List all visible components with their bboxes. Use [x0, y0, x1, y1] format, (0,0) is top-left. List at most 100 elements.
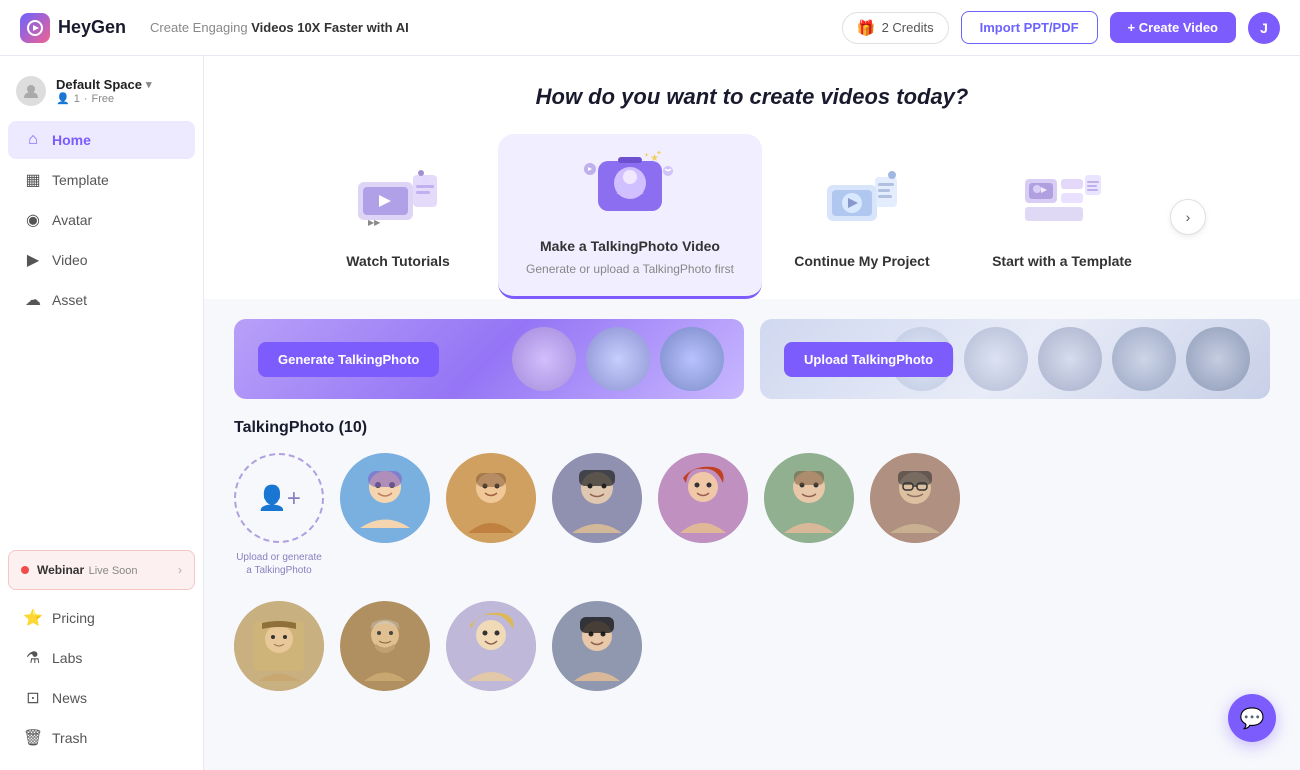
main-content: How do you want to create videos today?: [204, 56, 1300, 770]
sidebar-item-label: Video: [52, 252, 88, 268]
start-template-label: Start with a Template: [992, 253, 1132, 269]
upload-circle[interactable]: 👤+: [234, 453, 324, 543]
card-watch-tutorials[interactable]: ▶▶ Watch Tutorials: [298, 149, 498, 285]
photo-circle-1: [340, 453, 430, 543]
labs-icon: ⚗: [24, 649, 42, 667]
sidebar-item-label: Asset: [52, 292, 87, 308]
upload-bg-5: [1186, 327, 1250, 391]
talking-photo-9[interactable]: [446, 601, 536, 691]
hero-title: How do you want to create videos today?: [204, 84, 1300, 110]
upload-bg-2: [964, 327, 1028, 391]
sidebar: Default Space ▾ 👤 1 · Free ⌂ Home ▦ Temp…: [0, 56, 204, 770]
hero-section: How do you want to create videos today?: [204, 56, 1300, 299]
talking-photo-10[interactable]: [552, 601, 642, 691]
add-person-icon: 👤+: [257, 484, 301, 513]
tp-generate-card[interactable]: Generate TalkingPhoto: [234, 319, 744, 399]
talking-photo-2[interactable]: [446, 453, 536, 577]
bg-figure-3: [660, 327, 724, 391]
sidebar-item-home[interactable]: ⌂ Home: [8, 121, 195, 159]
main-layout: Default Space ▾ 👤 1 · Free ⌂ Home ▦ Temp…: [0, 56, 1300, 770]
upload-label: Upload or generate a TalkingPhoto: [234, 551, 324, 577]
sidebar-item-news[interactable]: ⊡ News: [8, 679, 195, 717]
talking-photo-label: Make a TalkingPhoto Video: [540, 238, 720, 254]
photo-circle-2: [446, 453, 536, 543]
webinar-banner[interactable]: Webinar Live Soon ›: [8, 550, 195, 590]
sidebar-item-avatar[interactable]: ◉ Avatar: [8, 201, 195, 239]
brand-name: HeyGen: [58, 17, 126, 38]
sidebar-item-template[interactable]: ▦ Template: [8, 161, 195, 199]
bg-figure-2: [586, 327, 650, 391]
photo-circle-7: [234, 601, 324, 691]
sidebar-item-label: News: [52, 690, 87, 706]
sidebar-item-label: Trash: [52, 730, 87, 746]
user-avatar[interactable]: J: [1248, 12, 1280, 44]
news-icon: ⊡: [24, 689, 42, 707]
talking-photo-1[interactable]: [340, 453, 430, 577]
trash-icon: 🗑: [24, 729, 42, 747]
tp-upload-card[interactable]: Upload TalkingPhoto: [760, 319, 1270, 399]
talking-photo-6[interactable]: [870, 453, 960, 577]
tutorials-label: Watch Tutorials: [346, 253, 449, 269]
video-icon: ▶: [24, 251, 42, 269]
workspace-meta: 👤 1 · Free: [56, 92, 187, 105]
webinar-live-dot: [21, 566, 29, 574]
create-video-button[interactable]: + Create Video: [1110, 12, 1236, 43]
upload-bg-4: [1112, 327, 1176, 391]
svg-text:▶▶: ▶▶: [368, 218, 381, 227]
talking-photo-7[interactable]: [234, 601, 324, 691]
sidebar-item-pricing[interactable]: ⭐ Pricing: [8, 599, 195, 637]
tp-actions: Generate TalkingPhoto Upload TalkingPhot…: [204, 299, 1300, 419]
upload-talking-photo-button[interactable]: Upload TalkingPhoto: [784, 342, 953, 377]
upload-bg-3: [1038, 327, 1102, 391]
webinar-chevron-icon: ›: [178, 563, 182, 577]
my-project-illustration: [812, 165, 912, 245]
photo-grid-row1: 👤+ Upload or generate a TalkingPhoto: [204, 453, 1300, 601]
sidebar-item-labs[interactable]: ⚗ Labs: [8, 639, 195, 677]
sidebar-item-asset[interactable]: ☁ Asset: [8, 281, 195, 319]
talking-photo-4[interactable]: [658, 453, 748, 577]
talking-photo-section-title: TalkingPhoto (10): [204, 419, 1300, 453]
asset-icon: ☁: [24, 291, 42, 309]
sidebar-item-label: Template: [52, 172, 109, 188]
workspace-avatar: [16, 76, 46, 106]
photo-circle-9: [446, 601, 536, 691]
photo-circle-3: [552, 453, 642, 543]
talking-photo-3[interactable]: [552, 453, 642, 577]
logo[interactable]: HeyGen: [20, 13, 126, 43]
sidebar-item-label: Pricing: [52, 610, 95, 626]
sidebar-item-label: Labs: [52, 650, 82, 666]
generate-talking-photo-button[interactable]: Generate TalkingPhoto: [258, 342, 439, 377]
chat-icon: 💬: [1240, 706, 1265, 731]
card-talking-photo[interactable]: ★ ✦ ✦ Make a TalkingPhoto Video Generate…: [498, 134, 762, 299]
card-start-template[interactable]: Start with a Template: [962, 149, 1162, 285]
gift-icon: 🎁: [857, 19, 876, 37]
photo-grid-row2: [204, 601, 1300, 715]
chevron-down-icon: ▾: [146, 78, 152, 91]
my-project-label: Continue My Project: [794, 253, 929, 269]
tutorials-illustration: ▶▶: [348, 165, 448, 245]
template-icon: ▦: [24, 171, 42, 189]
photo-circle-8: [340, 601, 430, 691]
upload-placeholder[interactable]: 👤+ Upload or generate a TalkingPhoto: [234, 453, 324, 577]
sidebar-item-label: Home: [52, 132, 91, 148]
logo-icon: [20, 13, 50, 43]
import-ppt-button[interactable]: Import PPT/PDF: [961, 11, 1098, 44]
talking-photo-5[interactable]: [764, 453, 854, 577]
credits-badge[interactable]: 🎁 2 Credits: [842, 12, 949, 44]
workspace-selector[interactable]: Default Space ▾ 👤 1 · Free: [0, 68, 203, 120]
card-my-project[interactable]: Continue My Project: [762, 149, 962, 285]
photo-circle-6: [870, 453, 960, 543]
cards-row: ▶▶ Watch Tutorials: [204, 134, 1300, 299]
talking-photo-subtitle: Generate or upload a TalkingPhoto first: [526, 262, 734, 276]
carousel-next-button[interactable]: ›: [1170, 199, 1206, 235]
tagline: Create Engaging Videos 10X Faster with A…: [150, 20, 409, 35]
talking-photo-8[interactable]: [340, 601, 430, 691]
pricing-icon: ⭐: [24, 609, 42, 627]
photo-circle-5: [764, 453, 854, 543]
nav-right: 🎁 2 Credits Import PPT/PDF + Create Vide…: [842, 11, 1280, 44]
chat-fab-button[interactable]: 💬: [1228, 694, 1276, 742]
avatar-icon: ◉: [24, 211, 42, 229]
sidebar-item-video[interactable]: ▶ Video: [8, 241, 195, 279]
webinar-info: Webinar Live Soon: [37, 561, 138, 579]
sidebar-item-trash[interactable]: 🗑 Trash: [8, 719, 195, 757]
